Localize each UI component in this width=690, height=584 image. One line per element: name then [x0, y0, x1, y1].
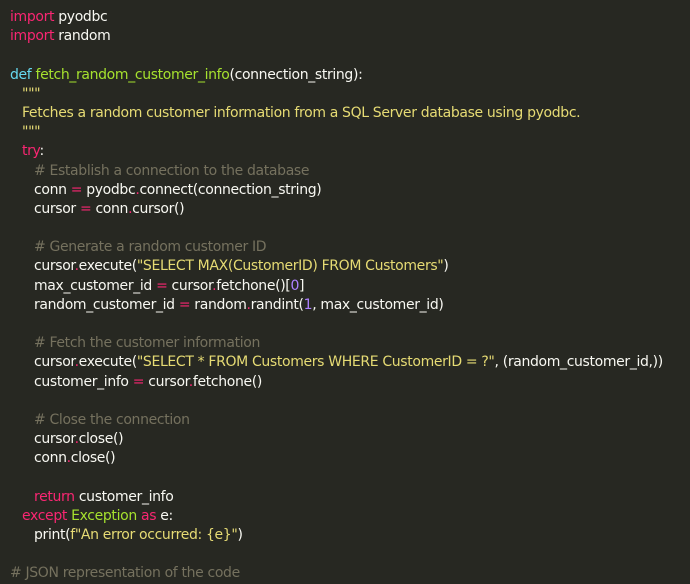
- docstring-open: """: [22, 85, 41, 102]
- docstring-text: Fetches a random customer information fr…: [22, 104, 581, 121]
- string-literal: "SELECT * FROM Customers WHERE CustomerI…: [136, 354, 495, 371]
- keyword-import: import: [10, 28, 55, 45]
- class-name: Exception: [67, 507, 137, 524]
- code-line: max_customer_id = cursor.fetchone()[0]: [34, 277, 305, 294]
- comment-line: # Fetch the customer information: [34, 335, 260, 352]
- comment-line: # JSON representation of the code: [10, 565, 240, 582]
- code-editor[interactable]: import pyodbc import random def fetch_ra…: [0, 0, 690, 581]
- string-literal: "SELECT MAX(CustomerID) FROM Customers": [136, 258, 444, 275]
- comment-line: # Establish a connection to the database: [34, 162, 310, 179]
- code-line: cursor.execute("SELECT * FROM Customers …: [34, 354, 663, 371]
- keyword-import: import: [10, 9, 55, 25]
- keyword-def: def: [10, 66, 32, 83]
- code-line: except Exception as e:: [22, 507, 173, 524]
- code-line: import pyodbc: [10, 9, 108, 25]
- code-line: conn = pyodbc.connect(connection_string): [34, 181, 322, 198]
- function-definition: def fetch_random_customer_info(connectio…: [10, 66, 363, 83]
- keyword-try: try: [22, 143, 40, 160]
- comment-line: # Generate a random customer ID: [34, 239, 267, 256]
- number-literal: 1: [303, 296, 313, 313]
- code-line: print(f"An error occurred: {e}"): [34, 527, 243, 544]
- code-line: cursor.close(): [34, 431, 124, 448]
- code-line: import random: [10, 28, 111, 45]
- docstring-close: """: [22, 124, 41, 141]
- string-literal: f"An error occurred: {e}": [70, 527, 238, 544]
- keyword-return: return: [34, 488, 75, 505]
- comment-line: # Close the connection: [34, 411, 190, 428]
- keyword-as: as: [136, 507, 157, 524]
- function-name: fetch_random_customer_info: [31, 66, 230, 83]
- number-literal: 0: [290, 277, 299, 294]
- code-line: random_customer_id = random.randint(1, m…: [34, 296, 444, 313]
- code-line: cursor.execute("SELECT MAX(CustomerID) F…: [34, 258, 449, 275]
- code-line: conn.close(): [34, 450, 116, 467]
- keyword-except: except: [22, 507, 67, 524]
- code-line: return customer_info: [34, 488, 174, 505]
- code-line: try:: [22, 143, 44, 160]
- code-line: cursor = conn.cursor(): [34, 200, 185, 217]
- code-line: customer_info = cursor.fetchone(): [34, 373, 262, 390]
